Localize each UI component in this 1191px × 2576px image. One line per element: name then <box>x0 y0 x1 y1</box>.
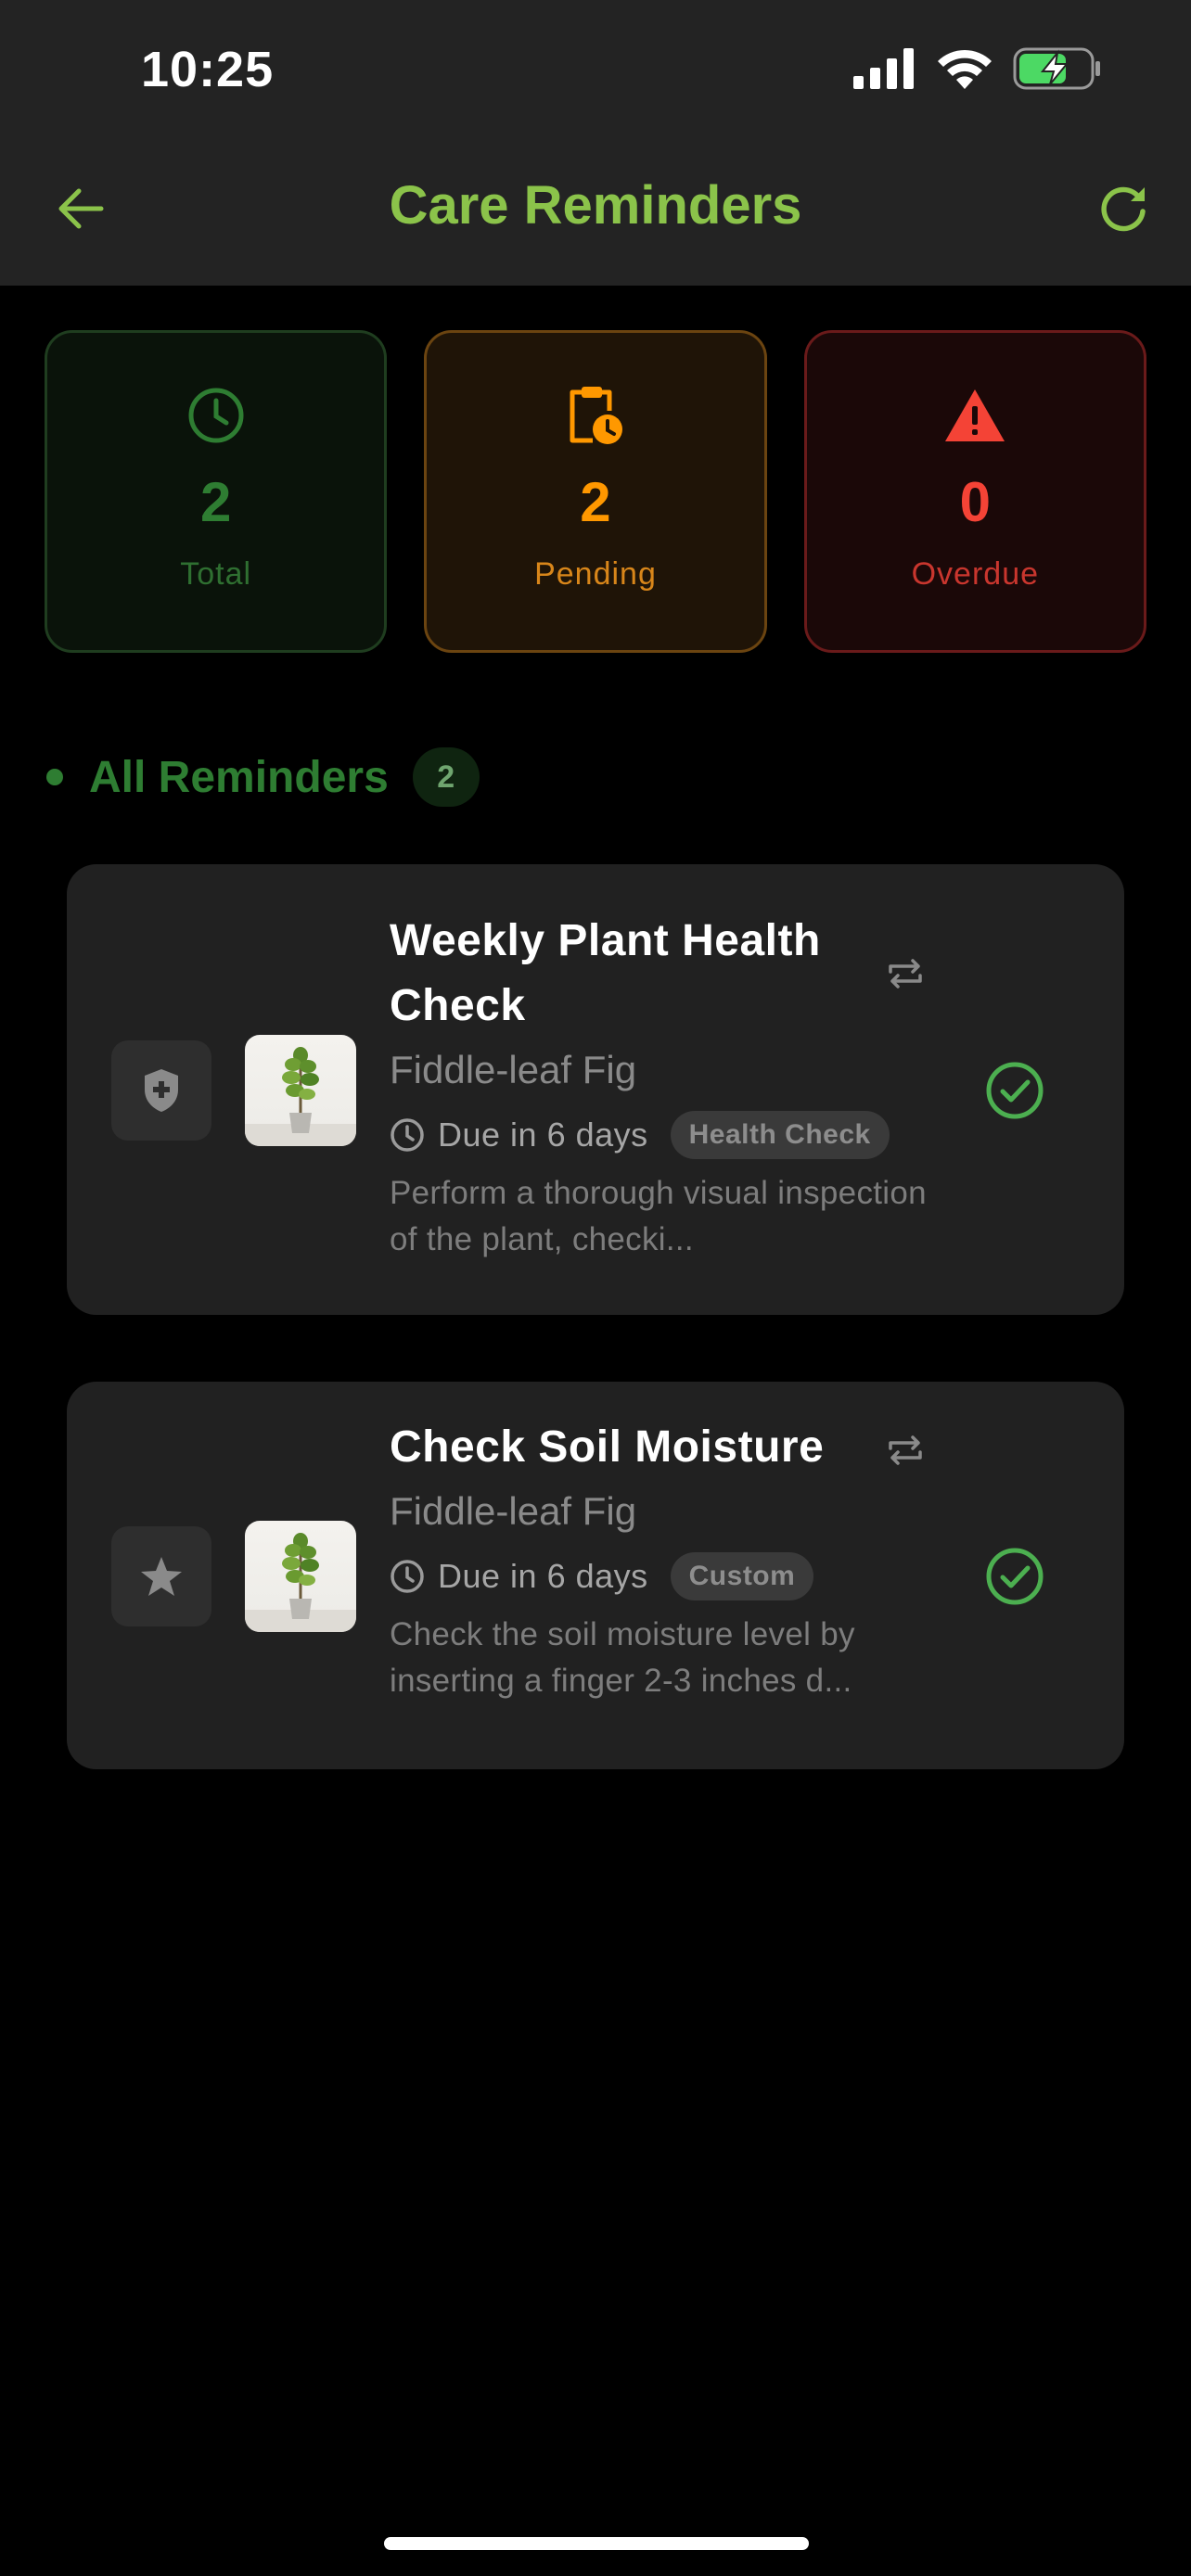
wifi-icon <box>937 48 992 94</box>
refresh-icon <box>1101 186 1146 232</box>
total-label: Total <box>180 556 252 592</box>
plant-name: Fiddle-leaf Fig <box>390 1489 637 1533</box>
reminder-card[interactable]: Weekly Plant Health Check Fiddle-leaf Fi… <box>67 864 1124 1315</box>
status-time: 10:25 <box>141 42 275 97</box>
check-circle-icon <box>986 1548 1044 1605</box>
pending-value: 2 <box>580 471 611 533</box>
check-circle-icon <box>986 1062 1044 1119</box>
reminder-title: Weekly Plant Health Check <box>390 916 821 1030</box>
clock-icon <box>391 1560 424 1593</box>
cellular-signal-icon <box>853 47 916 94</box>
due-text: Due in 6 days <box>438 1116 648 1154</box>
pending-label: Pending <box>534 556 657 592</box>
plant-thumbnail <box>245 1521 356 1632</box>
reminder-description: Perform a thorough visual inspection of … <box>390 1175 927 1257</box>
clock-icon <box>186 383 246 448</box>
section-title: All Reminders <box>89 752 389 802</box>
reminder-card[interactable]: Check Soil Moisture Fiddle-leaf Fig Due … <box>67 1382 1124 1769</box>
mark-complete-button[interactable] <box>980 1055 1050 1126</box>
overdue-label: Overdue <box>911 556 1040 592</box>
refresh-button[interactable] <box>1091 176 1156 241</box>
top-bar: 10:25 Care Reminders <box>0 0 1191 286</box>
total-value: 2 <box>199 471 232 533</box>
plant-name: Fiddle-leaf Fig <box>390 1048 637 1091</box>
shield-plus-icon <box>145 1069 178 1112</box>
page-title: Care Reminders <box>389 175 802 236</box>
plant-image <box>245 1533 356 1632</box>
plant-image <box>245 1047 356 1146</box>
care-reminders-screen: 10:25 Care Reminders 2 Total 2 Pending 0… <box>0 0 1191 2576</box>
overdue-value: 0 <box>959 471 991 533</box>
reminder-content: Check Soil Moisture Fiddle-leaf Fig Due … <box>390 1415 946 1704</box>
due-text: Due in 6 days <box>438 1557 648 1595</box>
home-indicator[interactable] <box>384 2537 809 2550</box>
pending-card[interactable]: 2 Pending <box>424 330 767 653</box>
clock-icon <box>391 1118 424 1152</box>
summary-cards: 2 Total 2 Pending 0 Overdue <box>45 330 1146 653</box>
section-count-badge: 2 <box>412 747 480 807</box>
star-icon <box>141 1557 182 1596</box>
reminder-description: Check the soil moisture level by inserti… <box>390 1616 855 1699</box>
due-row: Due in 6 days Health Check <box>390 1109 946 1161</box>
reminder-title: Check Soil Moisture <box>390 1422 825 1472</box>
clipboard-clock-icon <box>567 383 624 448</box>
section-dot <box>46 769 63 785</box>
status-icons <box>853 46 1102 95</box>
due-row: Due in 6 days Custom <box>390 1550 946 1602</box>
reminder-type-badge <box>111 1526 211 1626</box>
plant-thumbnail <box>245 1035 356 1146</box>
reminder-type-badge <box>111 1040 211 1141</box>
reminder-content: Weekly Plant Health Check Fiddle-leaf Fi… <box>390 909 946 1263</box>
total-card[interactable]: 2 Total <box>45 330 388 653</box>
section-header: All Reminders 2 <box>46 747 480 807</box>
category-tag: Custom <box>670 1552 814 1600</box>
repeat-icon <box>879 1424 931 1476</box>
repeat-icon <box>879 948 931 1000</box>
category-tag: Health Check <box>670 1111 890 1159</box>
battery-charging-icon <box>1013 47 1102 95</box>
warning-icon <box>943 383 1006 448</box>
overdue-card[interactable]: 0 Overdue <box>803 330 1146 653</box>
mark-complete-button[interactable] <box>980 1541 1050 1612</box>
